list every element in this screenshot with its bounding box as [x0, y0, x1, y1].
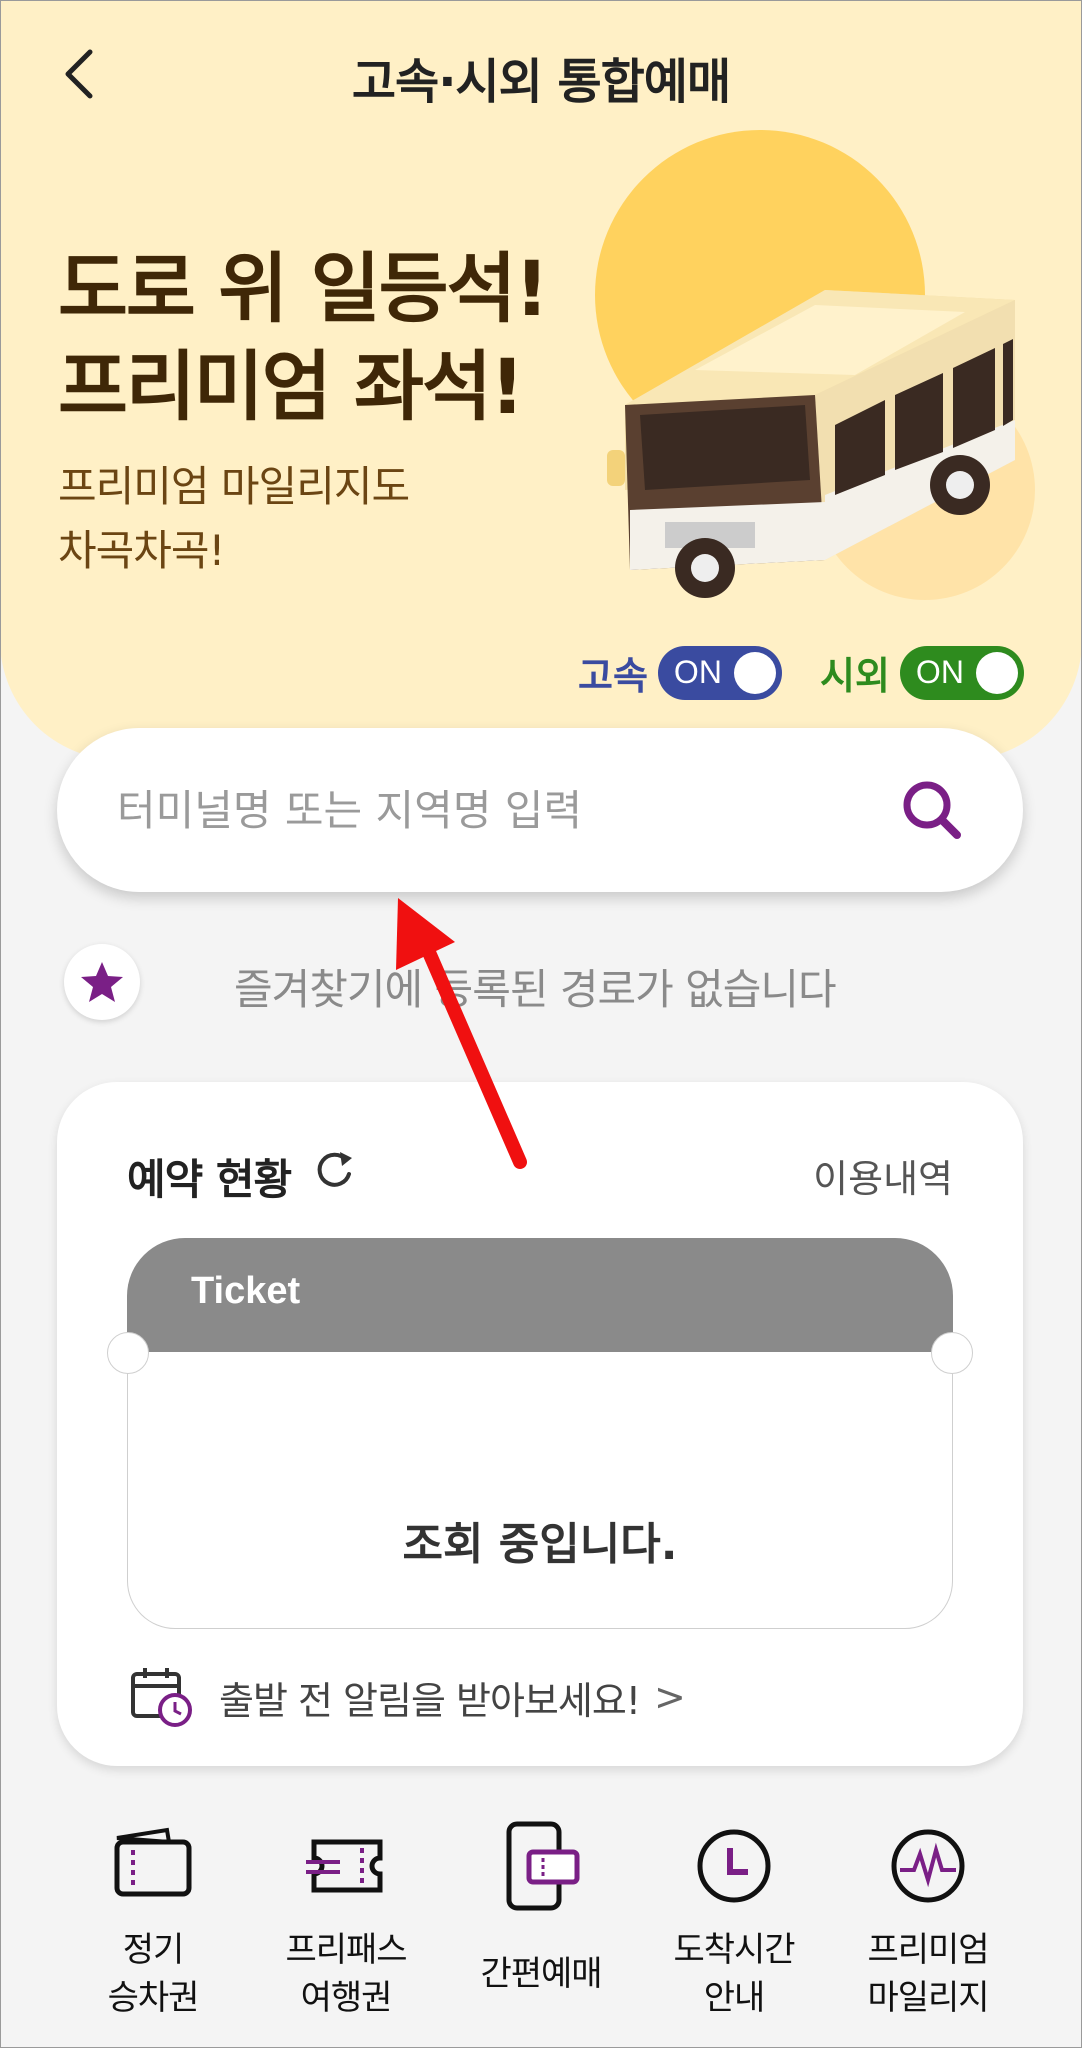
mileage-icon [891, 1829, 965, 1903]
ticket-status-text: 조회 중입니다. [402, 1519, 678, 1570]
express-toggle-state: ON [673, 654, 722, 690]
refresh-icon[interactable] [312, 1148, 356, 1192]
promo-banner: 고속·시외 통합예매 도로 위 일등석! 프리미엄 좌석! 프리미엄 마일리지도… [0, 0, 1082, 760]
clock-icon [697, 1829, 771, 1903]
intercity-toggle-label: 시외 [820, 654, 890, 698]
departure-alert-link[interactable]: 출발 전 알림을 받아보세요! > [129, 1662, 686, 1732]
ticket-body [127, 1352, 953, 1629]
menu-arrival-time[interactable]: 도착시간 안내 [634, 1820, 834, 2022]
express-toggle-group: 고속 ON [578, 645, 782, 700]
banner-subtext-line2: 차곡차곡! [58, 526, 225, 575]
favorites-row: 즐겨찾기에 등록된 경로가 없습니다 [64, 944, 1024, 1024]
chevron-right-icon: > [654, 1675, 686, 1719]
ticket-card[interactable]: Ticket 조회 중입니다. [107, 1238, 973, 1630]
banner-headline-line2: 프리미엄 좌석! [58, 342, 525, 431]
banner-subtext: 프리미엄 마일리지도 차곡차곡! [58, 455, 410, 583]
quick-menu: 정기 승차권 프리패스 여행권 간편예매 도착시간 안내 프리미엄 마일리지 [0, 1820, 1082, 2020]
menu-label: 프리미엄 마일리지 [867, 1930, 989, 2018]
banner-headline: 도로 위 일등석! 프리미엄 좌석! [58, 240, 549, 436]
ticket-header: Ticket [127, 1238, 953, 1352]
banner-subtext-line1: 프리미엄 마일리지도 [58, 462, 410, 511]
ticket-notch-right [931, 1332, 973, 1374]
ticket-notch-left [107, 1332, 149, 1374]
menu-free-pass[interactable]: 프리패스 여행권 [246, 1820, 446, 2022]
menu-premium-mileage[interactable]: 프리미엄 마일리지 [828, 1820, 1028, 2022]
calendar-clock-icon [131, 1668, 192, 1727]
reservation-title: 예약 현황 [127, 1155, 292, 1204]
express-toggle-label: 고속 [578, 654, 648, 698]
ticket-header-label: Ticket [191, 1270, 301, 1312]
departure-alert-text: 출발 전 알림을 받아보세요! [219, 1678, 641, 1723]
search-bar [57, 728, 1023, 892]
search-icon[interactable] [897, 775, 967, 845]
menu-label: 정기 승차권 [107, 1930, 200, 2018]
toggle-knob [733, 651, 776, 694]
mobile-ticket-icon [506, 1821, 580, 1911]
express-toggle[interactable]: ON [657, 645, 782, 700]
favorites-button[interactable] [64, 944, 140, 1020]
banner-headline-line1: 도로 위 일등석! [58, 244, 549, 333]
intercity-toggle-group: 시외 ON [820, 645, 1024, 700]
favorites-empty-text: 즐겨찾기에 등록된 경로가 없습니다 [234, 965, 837, 1014]
intercity-toggle-state: ON [915, 654, 964, 690]
menu-commuter-pass[interactable]: 정기 승차권 [53, 1820, 253, 2022]
usage-history-link[interactable]: 이용내역 [813, 1148, 953, 1203]
pass-card-icon [114, 1827, 192, 1897]
reservation-status-card: 예약 현황 이용내역 Ticket 조회 중입니다. 출발 전 알림을 받아보세… [57, 1082, 1023, 1766]
menu-label: 간편예매 [480, 1954, 602, 1994]
page-title: 고속·시외 통합예매 [351, 54, 731, 110]
terminal-search-input[interactable] [115, 784, 879, 836]
bus-illustration [595, 130, 1035, 600]
menu-quick-booking[interactable]: 간편예매 [441, 1820, 641, 1998]
menu-label: 프리패스 여행권 [285, 1930, 407, 2018]
intercity-toggle[interactable]: ON [899, 645, 1024, 700]
toggle-knob [975, 651, 1018, 694]
free-pass-ticket-icon [306, 1839, 383, 1893]
star-icon [81, 962, 123, 1002]
menu-label: 도착시간 안내 [673, 1930, 795, 2018]
